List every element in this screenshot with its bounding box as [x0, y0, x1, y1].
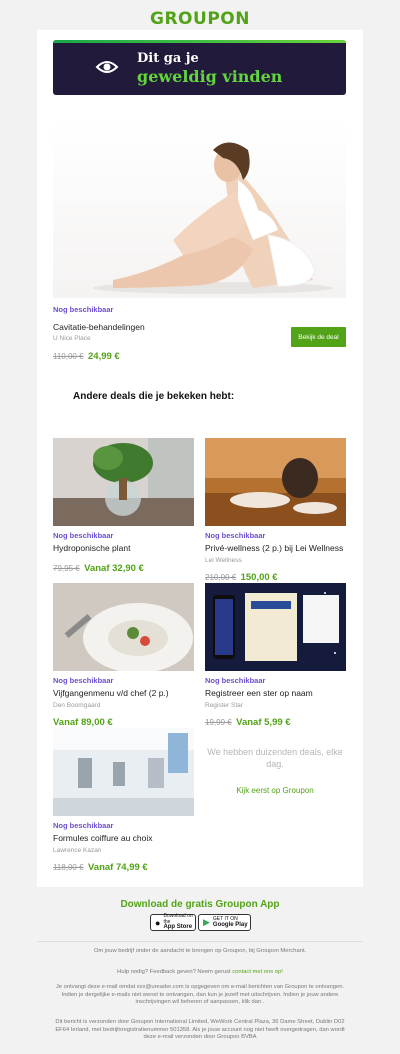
more-deals-message: We hebben duizenden deals, elke dag.	[207, 747, 343, 769]
deal-availability: Nog beschikbaar	[205, 676, 266, 685]
apple-icon: ●	[155, 917, 161, 928]
woman-illustration	[93, 142, 333, 294]
deal-title[interactable]: Registreer een ster op naam	[205, 688, 313, 698]
help-prefix: Hulp nodig? Feedback geven? Neem gerust	[117, 969, 231, 975]
legal-text: Dit bericht is verzonden door Groupon In…	[55, 1019, 345, 1040]
deal-merchant: Register Star	[205, 702, 243, 709]
app-download-title: Download de gratis Groupon App	[120, 899, 280, 910]
deal-image-menu[interactable]	[53, 583, 194, 671]
deal-merchant: Den Boomgaard	[53, 702, 101, 709]
deal-title[interactable]: Hydroponische plant	[53, 543, 131, 553]
featured-deal-image[interactable]	[53, 120, 346, 298]
deal-new-price: Vanaf 74,99 €	[88, 862, 148, 873]
deal-title[interactable]: Formules coiffure au choix	[53, 833, 153, 843]
google-play-big: Google Play	[212, 921, 248, 928]
app-store-small: Download on the	[163, 913, 193, 925]
deal-price: 118,00 € Vanaf 74,99 €	[53, 857, 148, 875]
deal-new-price: Vanaf 5,99 €	[236, 717, 291, 728]
deal-new-price: 150,00 €	[240, 572, 278, 583]
deal-old-price: 19,99 €	[205, 718, 232, 727]
contact-link[interactable]: contact met ons op!	[232, 969, 283, 975]
featured-availability: Nog beschikbaar	[53, 305, 114, 314]
email-card: Dit ga je geweldig vinden Nog beschikbaa…	[37, 30, 363, 887]
featured-price: 110,00 € 24,99 €	[53, 346, 120, 364]
deal-availability: Nog beschikbaar	[53, 821, 114, 830]
plant-illustration	[53, 438, 194, 526]
star-registry-illustration	[205, 583, 346, 671]
app-store-big: App Store	[163, 924, 193, 931]
deal-image-star[interactable]	[205, 583, 346, 671]
dish-illustration	[53, 583, 194, 671]
deal-image-plant[interactable]	[53, 438, 194, 526]
deal-price: 79,95 € Vanaf 32,90 €	[53, 558, 144, 576]
google-play-badge[interactable]: ▶ GET IT ON Google Play	[198, 914, 251, 931]
deal-merchant: Lawrence Kazan	[53, 847, 102, 854]
salon-illustration	[53, 728, 194, 816]
deal-availability: Nog beschikbaar	[205, 531, 266, 540]
deal-old-price: 210,00 €	[205, 573, 237, 582]
google-play-text: GET IT ON Google Play	[212, 916, 248, 928]
app-store-badge[interactable]: ● Download on the App Store	[150, 914, 196, 931]
banner-stripe	[53, 40, 346, 43]
deal-price: 19,99 € Vanaf 5,99 €	[205, 712, 291, 730]
sauna-illustration	[205, 438, 346, 526]
merchant-line: Om jouw bedrijf onder de aandacht te bre…	[93, 948, 307, 954]
promo-banner: Dit ga je geweldig vinden	[53, 40, 346, 95]
browse-groupon-link[interactable]: Kijk eerst op Groupon	[204, 786, 346, 795]
featured-title[interactable]: Cavitatie-behandelingen	[53, 322, 145, 332]
help-line: Hulp nodig? Feedback geven? Neem gerust …	[55, 969, 345, 977]
deal-old-price: 79,95 €	[53, 564, 80, 573]
banner-line1: Dit ga je	[137, 51, 199, 66]
deal-new-price: Vanaf 32,90 €	[84, 563, 144, 574]
app-store-text: Download on the App Store	[163, 914, 195, 931]
featured-old-price: 110,00 €	[53, 352, 84, 361]
eye-icon	[95, 61, 119, 73]
subscription-text: Je ontvangt deze e-mail omdat xxx@ureade…	[55, 984, 345, 1005]
play-icon: ▶	[203, 917, 210, 927]
featured-new-price: 24,99 €	[88, 351, 120, 362]
deal-availability: Nog beschikbaar	[53, 676, 114, 685]
featured-merchant: U Nice Place	[53, 335, 91, 342]
deal-merchant: Lei Wellness	[205, 557, 242, 564]
section-title: Andere deals die je bekeken hebt:	[73, 391, 235, 402]
deal-new-price: Vanaf 89,00 €	[53, 717, 113, 728]
deal-image-wellness[interactable]	[205, 438, 346, 526]
footer-divider	[37, 941, 363, 942]
deal-title[interactable]: Vijfgangenmenu v/d chef (2 p.)	[53, 688, 169, 698]
deal-title[interactable]: Privé-wellness (2 p.) bij Lei Wellness	[205, 543, 343, 553]
deal-old-price: 118,00 €	[53, 863, 84, 872]
banner-line2: geweldig vinden	[137, 67, 283, 86]
view-deal-button[interactable]: Bekijk de deal	[291, 327, 346, 347]
deal-availability: Nog beschikbaar	[53, 531, 114, 540]
deal-image-coiffure[interactable]	[53, 728, 194, 816]
groupon-logo[interactable]: GROUPON	[0, 9, 400, 29]
